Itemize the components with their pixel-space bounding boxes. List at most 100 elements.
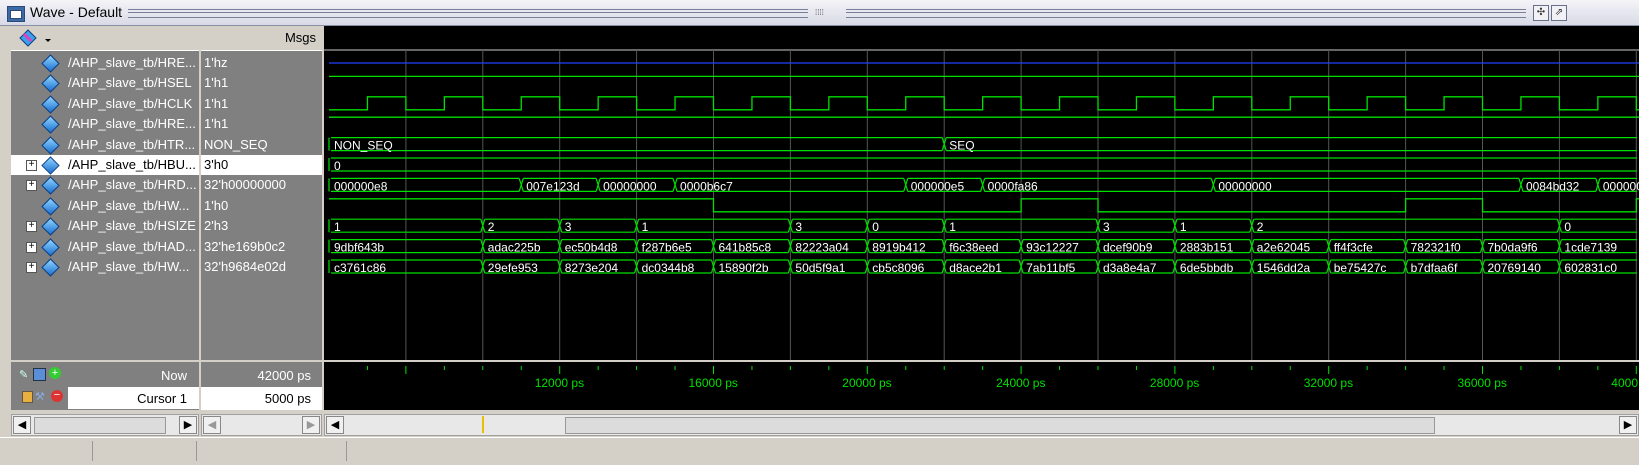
undock-icon[interactable]: ⇗ <box>1551 5 1567 21</box>
signal-row[interactable]: /AHP_slave_tb/HSEL <box>11 73 199 94</box>
time-ruler[interactable]: 12000 ps 16000 ps 20000 ps 24000 ps 28000 ps… <box>324 362 1639 410</box>
wave-header <box>324 26 1639 50</box>
value-pane-scrollbar[interactable]: ◀ ▶ <box>201 414 322 436</box>
signal-row[interactable]: + /AHP_slave_tb/HW... <box>11 257 199 277</box>
signal-diamond-icon <box>41 95 60 114</box>
now-value-row: 42000 ps <box>201 364 322 387</box>
wave-haddr-value: f287b6e5 <box>642 241 692 255</box>
scroll-right-icon[interactable]: ▶ <box>302 416 320 434</box>
signal-diamond-icon <box>41 74 60 94</box>
signal-name: /AHP_slave_tb/HRE... <box>68 55 196 70</box>
scroll-thumb[interactable] <box>34 417 166 434</box>
cursor-value-field[interactable]: 5000 ps <box>201 387 322 410</box>
wave-hsize-value: 2 <box>1257 220 1264 234</box>
wave-haddr-value: 1cde7139 <box>1564 241 1617 255</box>
wave-hwdata-value: c3761c86 <box>334 261 386 275</box>
wave-hwdata-value: dc0344b8 <box>642 261 695 275</box>
signal-row[interactable]: /AHP_slave_tb/HTR... <box>11 135 199 155</box>
scroll-left-icon[interactable]: ◀ <box>203 416 221 434</box>
cursor-tool-icon[interactable]: ⚒ <box>35 390 45 403</box>
signal-row[interactable]: + /AHP_slave_tb/HSIZE <box>11 216 199 236</box>
drag-handle-icon[interactable]: ⁞⁞⁞⁞ <box>815 8 839 17</box>
wave-hwdata-value: be75427c <box>1334 261 1387 275</box>
signal-value-row[interactable]: 1'h1 <box>201 73 322 93</box>
status-tab[interactable] <box>94 441 197 461</box>
edit-cursor-icon[interactable] <box>33 368 46 381</box>
signal-value-row[interactable]: 1'h1 <box>201 94 322 114</box>
waveform-canvas[interactable]: NON_SEQ SEQ 0 000000e8 007e123d 00000000 0000b… <box>324 26 1639 360</box>
cursor-name-field[interactable]: Cursor 1 <box>68 387 199 409</box>
wave-hwdata-value: 1546dd2a <box>1257 261 1311 275</box>
lock-cursor-icon[interactable] <box>22 391 33 403</box>
wave-hsize-value: 1 <box>949 220 956 234</box>
wave-hrdata-value: 000000a1 <box>1603 179 1639 193</box>
signal-row[interactable]: /AHP_slave_tb/HW... <box>11 196 199 216</box>
signal-row[interactable]: + /AHP_slave_tb/HAD... <box>11 237 199 257</box>
delete-cursor-icon[interactable]: − <box>51 390 63 402</box>
name-pane-scrollbar[interactable]: ◀ ▶ <box>11 414 199 436</box>
waveform-pane[interactable]: NON_SEQ SEQ 0 000000e8 007e123d 00000000 0000b… <box>324 26 1639 360</box>
expand-icon[interactable]: + <box>26 160 37 171</box>
signal-value-row[interactable]: 2'h3 <box>201 216 322 236</box>
scroll-thumb[interactable] <box>565 417 1435 434</box>
add-wave-icon[interactable] <box>19 29 51 47</box>
signal-diamond-icon <box>41 237 60 257</box>
wave-hrdata-value: 000000e5 <box>911 179 965 193</box>
signal-row[interactable]: /AHP_slave_tb/HRE... <box>11 53 199 73</box>
signal-value-row[interactable]: 1'hz <box>201 53 322 73</box>
signal-value-row[interactable]: NON_SEQ <box>201 135 322 155</box>
signal-value: 32'h9684e02d <box>204 259 287 274</box>
signal-value-row[interactable]: 1'h1 <box>201 114 322 134</box>
expand-icon[interactable]: + <box>26 262 37 273</box>
wave-hsize-value: 3 <box>565 220 572 234</box>
now-value: 42000 ps <box>257 368 312 383</box>
wave-hwdata-value: 29efe953 <box>488 261 538 275</box>
signal-name: /AHP_slave_tb/HW... <box>68 259 190 274</box>
scroll-left-icon[interactable]: ◀ <box>326 416 344 434</box>
wave-hsize-value: 0 <box>1564 220 1571 234</box>
status-tab[interactable] <box>198 441 347 461</box>
signal-value-row[interactable]: 3'h0 <box>201 155 322 175</box>
status-bar <box>0 437 1639 465</box>
ruler-label: 24000 ps <box>996 376 1045 390</box>
wave-haddr-value: dcef90b9 <box>1103 241 1153 255</box>
expand-icon[interactable]: + <box>26 221 37 233</box>
scroll-left-icon[interactable]: ◀ <box>13 416 31 434</box>
signal-row[interactable]: + /AHP_slave_tb/HBU... <box>11 155 199 175</box>
value-pane-header: Msgs <box>201 26 322 51</box>
ruler-label: 4000 <box>1611 376 1638 390</box>
ruler-label: 16000 ps <box>689 376 738 390</box>
cursor-position-marker <box>482 416 484 433</box>
time-ruler-canvas[interactable]: 12000 ps 16000 ps 20000 ps 24000 ps 28000 ps… <box>324 362 1639 410</box>
scroll-right-icon[interactable]: ▶ <box>179 416 197 434</box>
cursor-value-pane: 42000 ps 5000 ps <box>201 362 322 410</box>
dock-icon[interactable]: ✣ <box>1533 5 1549 21</box>
signal-value-row[interactable]: 32'he169b0c2 <box>201 237 322 257</box>
status-tab[interactable] <box>0 441 93 461</box>
signal-row[interactable]: + /AHP_slave_tb/HRD... <box>11 175 199 196</box>
wave-hsize-value: 3 <box>795 220 802 234</box>
expand-icon[interactable]: + <box>26 180 37 192</box>
wave-hburst-value: 0 <box>334 159 341 173</box>
signal-value: 32'he169b0c2 <box>204 238 286 254</box>
toggle-cursor-icon[interactable]: ✎ <box>19 368 28 381</box>
signal-value-row[interactable]: 32'h9684e02d <box>201 257 322 277</box>
ruler-label: 12000 ps <box>535 376 584 390</box>
signal-value-row[interactable]: 32'h00000000 <box>201 175 322 195</box>
cursor-label: Cursor 1 <box>137 391 187 406</box>
expand-icon[interactable]: + <box>26 241 37 253</box>
signal-row[interactable]: /AHP_slave_tb/HRE... <box>11 114 199 134</box>
scroll-right-icon[interactable]: ▶ <box>1619 416 1637 434</box>
wave-hwdata-value: 6de5bbdb <box>1180 261 1234 275</box>
signal-value: 1'hz <box>204 55 228 70</box>
wave-hsize-value: 1 <box>642 220 649 234</box>
titlebar-grip-left <box>128 9 808 18</box>
signal-value-row[interactable]: 1'h0 <box>201 196 322 216</box>
signal-row[interactable]: /AHP_slave_tb/HCLK <box>11 94 199 114</box>
wave-haddr-value: ec50b4d8 <box>565 241 618 255</box>
add-cursor-icon[interactable]: + <box>49 367 61 379</box>
now-row: ✎ + Now <box>11 364 199 387</box>
signal-name: /AHP_slave_tb/HSEL <box>68 75 192 91</box>
cursor-value: 5000 ps <box>264 391 311 406</box>
wave-pane-scrollbar[interactable]: ◀ ▶ <box>324 414 1639 436</box>
